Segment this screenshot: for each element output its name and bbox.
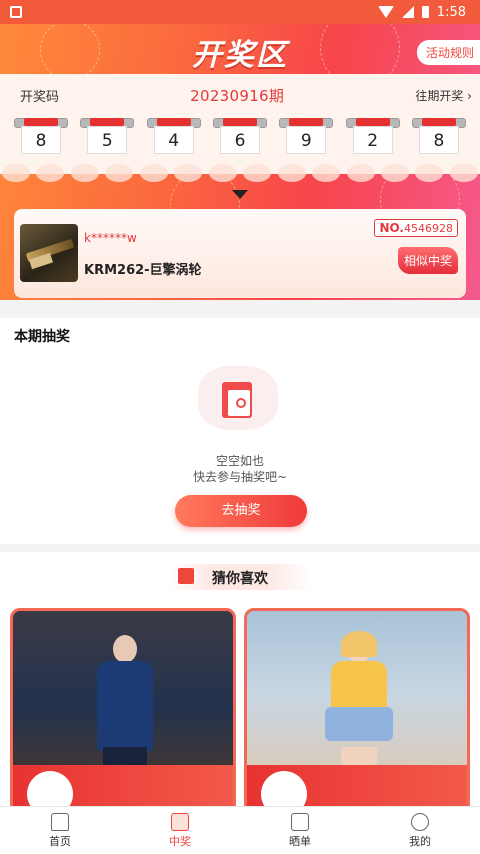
guess-title: 猜你喜欢 <box>212 571 268 587</box>
this-draw-section: 本期抽奖 空空如也 快去参与抽奖吧~ 去抽奖 <box>0 318 480 544</box>
history-draws-link[interactable]: 往期开奖 › <box>415 87 472 104</box>
history-draws-label: 往期开奖 <box>415 88 464 103</box>
winning-number-prefix: NO. <box>379 221 404 235</box>
similar-wins-button[interactable]: 相似中奖 <box>397 247 458 274</box>
winner-username: k******w <box>84 231 137 245</box>
tab-label: 中奖 <box>169 834 191 848</box>
bottom-tab-bar: 首页 中奖 晒单 我的 <box>0 806 480 854</box>
prize-thumbnail <box>20 224 78 282</box>
product-price-tag <box>13 765 233 806</box>
chevron-right-icon: › <box>467 88 472 103</box>
winner-item-name: KRM262-巨擎涡轮 <box>84 263 202 278</box>
tab-mine[interactable]: 我的 <box>360 807 480 854</box>
guess-you-like-section: 猜你喜欢 <box>0 552 480 806</box>
home-icon <box>51 812 69 831</box>
tab-showcase[interactable]: 晒单 <box>240 807 360 854</box>
tab-home[interactable]: 首页 <box>0 807 120 854</box>
draw-period: 20230916期 <box>190 86 285 105</box>
winning-number-value: 4546928 <box>404 222 453 235</box>
scallop-edge <box>0 164 480 186</box>
empty-state-icon <box>188 356 288 438</box>
user-icon <box>411 812 429 831</box>
product-price-tag <box>247 765 467 806</box>
this-draw-title: 本期抽奖 <box>14 329 70 345</box>
tab-label: 我的 <box>409 834 431 848</box>
draw-digit: 5 <box>80 118 135 160</box>
draw-digit: 8 <box>14 118 68 160</box>
guess-header: 猜你喜欢 <box>170 564 310 590</box>
product-image <box>319 631 399 787</box>
app-notification-icon <box>10 6 22 18</box>
caret-down-icon <box>232 190 248 199</box>
tab-label: 晒单 <box>289 834 311 848</box>
gift-icon <box>171 812 189 831</box>
draw-digit: 9 <box>279 118 334 160</box>
chat-icon <box>291 812 309 831</box>
empty-state-subtitle: 快去参与抽奖吧~ <box>192 470 288 484</box>
product-card[interactable] <box>10 608 236 806</box>
product-card[interactable] <box>244 608 470 806</box>
draw-digit: 4 <box>146 118 201 160</box>
draw-digits: 8 5 4 6 9 2 8 <box>0 108 480 160</box>
signal-icon <box>401 6 414 18</box>
draw-code-label: 开奖码 <box>20 89 60 105</box>
tab-wins[interactable]: 中奖 <box>120 807 240 854</box>
draw-digit: 6 <box>212 118 267 160</box>
status-time: 1:58 <box>436 4 466 20</box>
draw-code-card: 开奖码 20230916期 往期开奖 › 8 5 4 6 9 2 8 <box>0 74 480 174</box>
empty-state-title: 空空如也 <box>215 454 264 468</box>
draw-digit: 2 <box>345 118 400 160</box>
gift-icon <box>178 568 194 584</box>
page-title: 开奖区 <box>192 38 288 73</box>
wifi-icon <box>377 6 394 18</box>
battery-icon <box>421 6 429 18</box>
draw-digit: 8 <box>411 118 466 160</box>
status-bar: 1:58 <box>0 0 480 24</box>
activity-rules-button[interactable]: 活动规则 <box>416 40 480 65</box>
tab-label: 首页 <box>49 834 71 848</box>
winning-number-badge: NO.4546928 <box>374 219 458 237</box>
product-image <box>85 635 165 787</box>
winner-card[interactable]: k******w KRM262-巨擎涡轮 NO.4546928 相似中奖 <box>14 209 466 298</box>
go-draw-button[interactable]: 去抽奖 <box>175 495 307 527</box>
